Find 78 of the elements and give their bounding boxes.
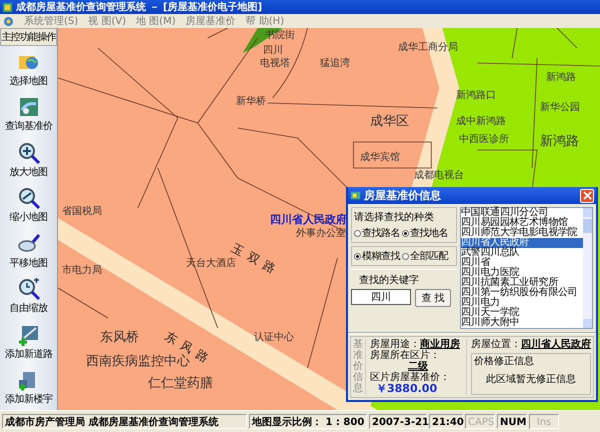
list-item[interactable]: 四川抗菌素工业研究所 [461, 278, 583, 288]
status-time: 21:40 [429, 414, 463, 429]
zoom-in-icon [16, 140, 40, 165]
list-item[interactable]: 四川省 [461, 258, 583, 268]
map-label: 猛追湾 [320, 56, 350, 70]
group-label: 请选择查找的种类 [354, 210, 435, 224]
map-label: 成中新鸿路 [456, 114, 506, 128]
tool-button[interactable]: 缩小地图 [10, 182, 48, 228]
menu-item[interactable]: 地 图(M) [136, 14, 176, 28]
radio-option[interactable]: 全部匹配 [402, 249, 448, 263]
menu-item[interactable]: 视 图(V) [88, 14, 126, 28]
map-label: 成华宾馆 [360, 150, 400, 164]
map-label: 市电力局 [62, 264, 102, 277]
price-value: ￥3880.00 [375, 383, 438, 395]
menu-item[interactable]: 系统管理(S) [24, 14, 78, 28]
list-item[interactable]: 武警四川总队 [461, 248, 583, 258]
map-scale: 地图显示比例： 1 : 800 [249, 414, 367, 429]
radio-option[interactable]: 查找路名 [354, 226, 400, 240]
app-icon [3, 16, 14, 26]
map-label: 成都电视台 [414, 168, 464, 182]
app-icon [350, 190, 361, 201]
map-label: 成华区 [370, 113, 409, 130]
list-item[interactable]: 四川师大附中 [461, 318, 583, 328]
info-side-title: 基准价信息 [353, 339, 366, 395]
radio-option[interactable]: 模糊查找 [354, 249, 400, 263]
map-label: 四川 [263, 44, 283, 57]
tool-button[interactable]: 平移地图 [10, 228, 48, 274]
app-icon [2, 2, 13, 12]
close-button[interactable] [580, 188, 594, 202]
map-label: 成华工商分局 [398, 40, 458, 54]
tool-button[interactable]: 选择地图 [10, 46, 48, 92]
usage-text: 房屋用途：商业用房 [370, 339, 461, 350]
map-label: 新鸿路 [546, 70, 576, 84]
zoom-out-icon [16, 186, 40, 210]
menu-item[interactable]: 房屋基准价 [186, 14, 236, 28]
list-item[interactable]: 四川第一纺织股份有限公司 [461, 288, 583, 298]
list-item[interactable]: 四川易园园林艺术博物馆 [461, 218, 583, 228]
scrollbar[interactable] [583, 208, 592, 328]
sidebar-header: 主控功能操作 [0, 28, 57, 46]
map-label: 电视塔 [260, 56, 290, 70]
search-button[interactable]: 查 找 [415, 289, 451, 307]
key-indicator: Ins [529, 414, 559, 429]
tool-button[interactable]: 添加新楼宇 [4, 364, 52, 410]
status-date: 2007-3-21 [369, 414, 427, 429]
key-indicator: CAPS [465, 414, 495, 429]
map-label: 省国税局 [62, 204, 102, 218]
list-item[interactable]: 四川电力 [461, 298, 583, 308]
window-title: 成都房屋基准价查询管理系统 － [房屋基准价电子地图] [16, 0, 262, 14]
list-item[interactable]: 四川师范大学电影电视学院 [461, 228, 583, 238]
tool-button[interactable]: 查询基准价 [4, 92, 52, 137]
zone-value: 二级 [407, 361, 428, 372]
price-label: 区片房屋基准价： [370, 372, 451, 383]
map-label: 认证中心 [254, 330, 294, 344]
tool-button[interactable]: 放大地图 [10, 137, 48, 182]
correction-text: 此区域暂无修正信息 [486, 374, 576, 385]
map-label: 东风桥 [100, 329, 139, 346]
location-text: 房屋位置：四川省人民政府 [471, 339, 591, 350]
list-item[interactable]: 四川电力医院 [461, 268, 583, 278]
map-label: 外事办公室 [296, 226, 346, 240]
magnifier-icon [16, 277, 40, 302]
tool-button[interactable]: 自由缩放 [10, 274, 48, 319]
keyword-field[interactable]: 四川 [351, 289, 411, 305]
radio-option[interactable]: 查找地名 [402, 226, 448, 240]
zone-label: 房屋所在区片： [370, 350, 441, 361]
map-label: 仁仁堂药膳 [148, 375, 213, 392]
map-label: 新鸿路 [540, 133, 579, 150]
map-label: 新华公园 [540, 100, 580, 114]
list-item[interactable]: 四川天一学院 [461, 308, 583, 318]
dialog-title: 房屋基准价信息 [364, 188, 442, 203]
group-label: 价格修正信息 [474, 356, 535, 367]
list-item[interactable]: 中国联通四川分公司 [461, 208, 583, 218]
tool-button[interactable]: 添加新道路 [4, 319, 52, 364]
field-label: 查找的关键字 [358, 274, 419, 287]
status-text: 成都市房产管理局 成都房屋基准价查询管理系统 [2, 414, 247, 429]
map-label: 中西医诊所 [459, 132, 509, 146]
key-indicator: NUM [497, 414, 527, 429]
map-label: 新华桥 [236, 94, 266, 108]
menu-item[interactable]: 帮 助(H) [246, 14, 284, 28]
